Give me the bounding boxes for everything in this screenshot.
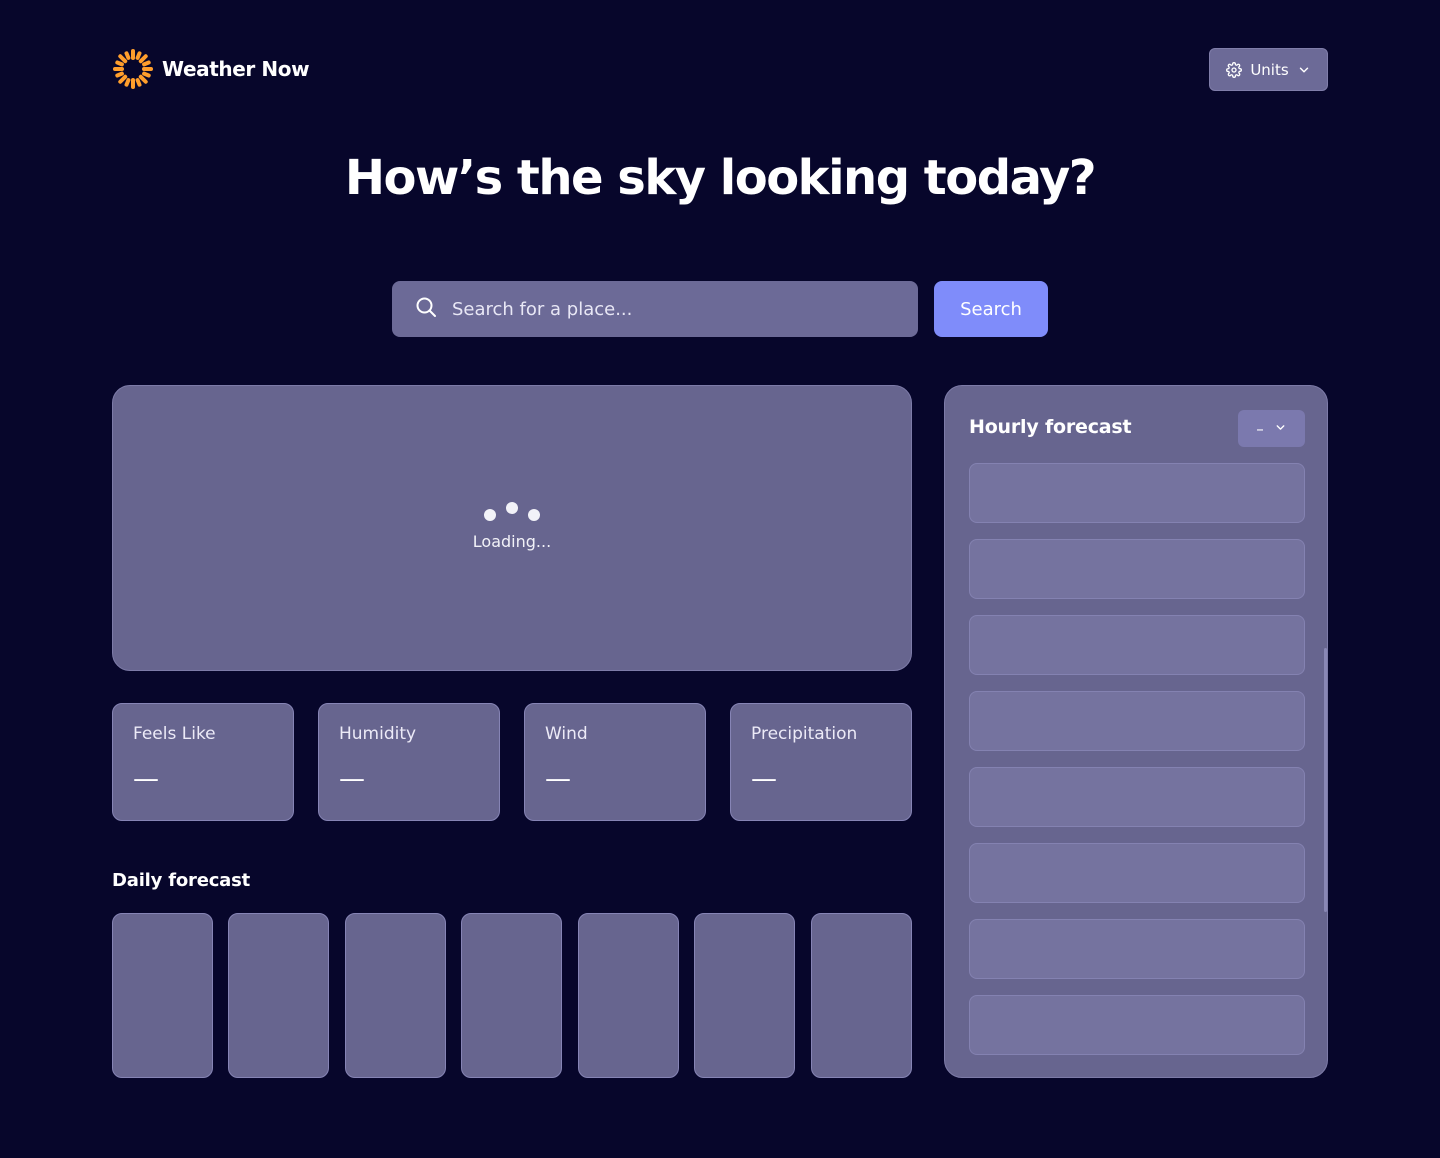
hourly-row xyxy=(969,463,1305,523)
stat-label: Wind xyxy=(545,724,588,744)
search-icon xyxy=(414,295,438,323)
units-button[interactable]: Units xyxy=(1209,48,1328,91)
chevron-down-icon xyxy=(1274,420,1287,438)
stat-value: — xyxy=(545,764,571,794)
loading-text: Loading... xyxy=(472,531,552,551)
search-input[interactable] xyxy=(452,298,918,320)
hourly-scrollbar[interactable] xyxy=(1324,648,1327,912)
daily-forecast-card xyxy=(461,913,562,1078)
stat-card-feels-like: Feels Like — xyxy=(112,703,294,821)
loading-dot xyxy=(528,508,540,521)
hourly-row xyxy=(969,843,1305,903)
daily-forecast-card xyxy=(345,913,446,1078)
stat-label: Precipitation xyxy=(751,724,858,744)
stat-value: — xyxy=(751,764,777,794)
stat-value: — xyxy=(339,764,365,794)
weather-app: Weather Now Units How’s the sky looking … xyxy=(0,0,1440,1158)
chevron-down-icon xyxy=(1297,63,1311,77)
hourly-row xyxy=(969,539,1305,599)
day-select-dropdown[interactable]: – xyxy=(1238,410,1305,447)
sun-icon xyxy=(112,48,154,90)
loading-dot xyxy=(506,501,518,514)
stat-value: — xyxy=(133,764,159,794)
loading-dot xyxy=(484,508,496,521)
daily-forecast-card xyxy=(694,913,795,1078)
app-name: Weather Now xyxy=(162,57,310,81)
hourly-row xyxy=(969,767,1305,827)
day-select-value: – xyxy=(1256,419,1264,438)
daily-forecast-card xyxy=(112,913,213,1078)
daily-forecast-card xyxy=(811,913,912,1078)
units-label: Units xyxy=(1250,60,1289,79)
hourly-row xyxy=(969,995,1305,1055)
hourly-forecast-panel: Hourly forecast – xyxy=(944,385,1328,1078)
page-title: How’s the sky looking today? xyxy=(344,150,1097,206)
daily-forecast-card xyxy=(228,913,329,1078)
stat-card-precipitation: Precipitation — xyxy=(730,703,912,821)
hourly-row xyxy=(969,691,1305,751)
search-bar xyxy=(392,281,918,337)
hourly-row xyxy=(969,919,1305,979)
stat-label: Feels Like xyxy=(133,724,216,744)
stat-label: Humidity xyxy=(339,724,417,744)
brand-logo[interactable]: Weather Now xyxy=(112,48,310,90)
loading-spinner xyxy=(484,501,540,524)
stat-card-wind: Wind — xyxy=(524,703,706,821)
gear-icon xyxy=(1226,61,1243,78)
stat-card-humidity: Humidity — xyxy=(318,703,500,821)
current-weather-card: Loading... xyxy=(112,385,912,671)
search-button[interactable]: Search xyxy=(934,281,1048,337)
hourly-forecast-title: Hourly forecast xyxy=(969,416,1132,438)
hourly-row xyxy=(969,615,1305,675)
daily-forecast-title: Daily forecast xyxy=(112,870,251,891)
daily-forecast-card xyxy=(578,913,679,1078)
